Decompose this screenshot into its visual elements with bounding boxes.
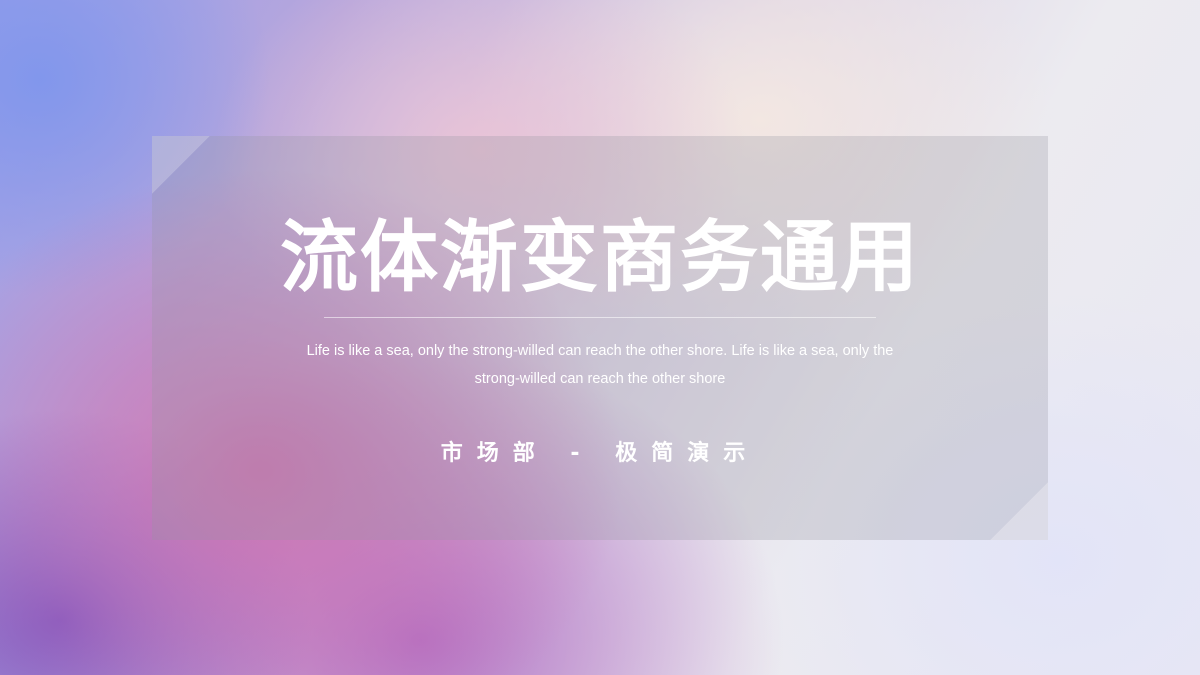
title-divider (324, 317, 876, 318)
department-label: 市场部 - 极简演示 (440, 441, 760, 466)
panel-corner-bottom-right (990, 482, 1048, 540)
slide-title: 流体渐变商务通用 (279, 213, 920, 303)
slide-subtitle: Life is like a sea, only the strong-will… (306, 343, 894, 387)
title-panel: 流体渐变商务通用 Life is like a sea, only the st… (152, 136, 1048, 540)
panel-corner-top-left (152, 136, 210, 194)
